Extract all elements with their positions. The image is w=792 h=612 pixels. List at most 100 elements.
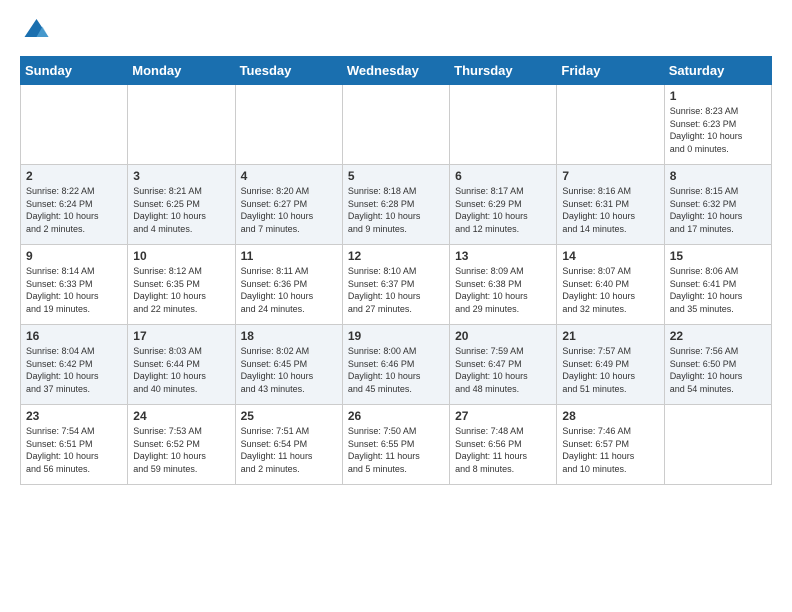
day-number: 17	[133, 329, 229, 343]
day-number: 9	[26, 249, 122, 263]
day-details: Sunrise: 7:54 AM Sunset: 6:51 PM Dayligh…	[26, 425, 122, 475]
calendar-week-row: 9 Sunrise: 8:14 AM Sunset: 6:33 PM Daylig…	[21, 245, 772, 325]
calendar-cell: 8 Sunrise: 8:15 AM Sunset: 6:32 PM Daylig…	[664, 165, 771, 245]
calendar-cell: 16 Sunrise: 8:04 AM Sunset: 6:42 PM Dayli…	[21, 325, 128, 405]
day-number: 23	[26, 409, 122, 423]
day-number: 7	[562, 169, 658, 183]
day-number: 6	[455, 169, 551, 183]
calendar-cell: 7 Sunrise: 8:16 AM Sunset: 6:31 PM Daylig…	[557, 165, 664, 245]
calendar-cell: 27 Sunrise: 7:48 AM Sunset: 6:56 PM Dayli…	[450, 405, 557, 485]
day-details: Sunrise: 7:56 AM Sunset: 6:50 PM Dayligh…	[670, 345, 766, 395]
day-details: Sunrise: 7:48 AM Sunset: 6:56 PM Dayligh…	[455, 425, 551, 475]
day-details: Sunrise: 7:51 AM Sunset: 6:54 PM Dayligh…	[241, 425, 337, 475]
day-number: 22	[670, 329, 766, 343]
day-number: 26	[348, 409, 444, 423]
calendar-week-row: 23 Sunrise: 7:54 AM Sunset: 6:51 PM Dayli…	[21, 405, 772, 485]
day-details: Sunrise: 8:09 AM Sunset: 6:38 PM Dayligh…	[455, 265, 551, 315]
header-day-thursday: Thursday	[450, 57, 557, 85]
day-number: 15	[670, 249, 766, 263]
calendar-week-row: 16 Sunrise: 8:04 AM Sunset: 6:42 PM Dayli…	[21, 325, 772, 405]
day-details: Sunrise: 8:07 AM Sunset: 6:40 PM Dayligh…	[562, 265, 658, 315]
day-number: 14	[562, 249, 658, 263]
calendar-week-row: 2 Sunrise: 8:22 AM Sunset: 6:24 PM Daylig…	[21, 165, 772, 245]
calendar-cell	[128, 85, 235, 165]
calendar-cell: 24Sunrise: 7:53 AM Sunset: 6:52 PM Dayli…	[128, 405, 235, 485]
day-number: 20	[455, 329, 551, 343]
day-number: 18	[241, 329, 337, 343]
day-details: Sunrise: 8:14 AM Sunset: 6:33 PM Dayligh…	[26, 265, 122, 315]
calendar-cell: 5 Sunrise: 8:18 AM Sunset: 6:28 PM Daylig…	[342, 165, 449, 245]
calendar-week-row: 1 Sunrise: 8:23 AM Sunset: 6:23 PM Daylig…	[21, 85, 772, 165]
calendar-cell: 2 Sunrise: 8:22 AM Sunset: 6:24 PM Daylig…	[21, 165, 128, 245]
day-number: 8	[670, 169, 766, 183]
day-number: 3	[133, 169, 229, 183]
header-day-monday: Monday	[128, 57, 235, 85]
calendar-cell: 13Sunrise: 8:09 AM Sunset: 6:38 PM Dayli…	[450, 245, 557, 325]
day-number: 12	[348, 249, 444, 263]
calendar-cell: 3Sunrise: 8:21 AM Sunset: 6:25 PM Daylig…	[128, 165, 235, 245]
calendar-cell: 26 Sunrise: 7:50 AM Sunset: 6:55 PM Dayli…	[342, 405, 449, 485]
day-details: Sunrise: 8:16 AM Sunset: 6:31 PM Dayligh…	[562, 185, 658, 235]
day-number: 24	[133, 409, 229, 423]
calendar-cell: 19 Sunrise: 8:00 AM Sunset: 6:46 PM Dayli…	[342, 325, 449, 405]
calendar-cell: 12 Sunrise: 8:10 AM Sunset: 6:37 PM Dayli…	[342, 245, 449, 325]
calendar-cell: 10 Sunrise: 8:12 AM Sunset: 6:35 PM Dayli…	[128, 245, 235, 325]
calendar-cell: 17 Sunrise: 8:03 AM Sunset: 6:44 PM Dayli…	[128, 325, 235, 405]
day-details: Sunrise: 8:15 AM Sunset: 6:32 PM Dayligh…	[670, 185, 766, 235]
logo-icon	[20, 16, 50, 46]
page: SundayMondayTuesdayWednesdayThursdayFrid…	[0, 0, 792, 495]
day-number: 2	[26, 169, 122, 183]
day-details: Sunrise: 8:03 AM Sunset: 6:44 PM Dayligh…	[133, 345, 229, 395]
day-number: 11	[241, 249, 337, 263]
header-day-saturday: Saturday	[664, 57, 771, 85]
day-number: 27	[455, 409, 551, 423]
day-number: 19	[348, 329, 444, 343]
day-details: Sunrise: 8:23 AM Sunset: 6:23 PM Dayligh…	[670, 105, 766, 155]
day-details: Sunrise: 8:06 AM Sunset: 6:41 PM Dayligh…	[670, 265, 766, 315]
calendar-header-row: SundayMondayTuesdayWednesdayThursdayFrid…	[21, 57, 772, 85]
calendar-cell	[557, 85, 664, 165]
day-details: Sunrise: 7:57 AM Sunset: 6:49 PM Dayligh…	[562, 345, 658, 395]
header-day-friday: Friday	[557, 57, 664, 85]
day-details: Sunrise: 8:10 AM Sunset: 6:37 PM Dayligh…	[348, 265, 444, 315]
calendar-cell: 1 Sunrise: 8:23 AM Sunset: 6:23 PM Daylig…	[664, 85, 771, 165]
day-details: Sunrise: 8:12 AM Sunset: 6:35 PM Dayligh…	[133, 265, 229, 315]
logo	[20, 16, 54, 46]
day-number: 25	[241, 409, 337, 423]
calendar-cell: 9 Sunrise: 8:14 AM Sunset: 6:33 PM Daylig…	[21, 245, 128, 325]
day-number: 16	[26, 329, 122, 343]
day-details: Sunrise: 7:50 AM Sunset: 6:55 PM Dayligh…	[348, 425, 444, 475]
day-details: Sunrise: 8:00 AM Sunset: 6:46 PM Dayligh…	[348, 345, 444, 395]
calendar-cell: 21 Sunrise: 7:57 AM Sunset: 6:49 PM Dayli…	[557, 325, 664, 405]
calendar-cell	[664, 405, 771, 485]
day-details: Sunrise: 8:17 AM Sunset: 6:29 PM Dayligh…	[455, 185, 551, 235]
calendar-cell	[450, 85, 557, 165]
day-details: Sunrise: 7:46 AM Sunset: 6:57 PM Dayligh…	[562, 425, 658, 475]
day-number: 21	[562, 329, 658, 343]
day-details: Sunrise: 7:59 AM Sunset: 6:47 PM Dayligh…	[455, 345, 551, 395]
day-details: Sunrise: 8:18 AM Sunset: 6:28 PM Dayligh…	[348, 185, 444, 235]
day-number: 5	[348, 169, 444, 183]
calendar-cell: 25 Sunrise: 7:51 AM Sunset: 6:54 PM Dayli…	[235, 405, 342, 485]
calendar-cell: 11 Sunrise: 8:11 AM Sunset: 6:36 PM Dayli…	[235, 245, 342, 325]
header	[20, 16, 772, 46]
day-number: 1	[670, 89, 766, 103]
calendar-cell: 18 Sunrise: 8:02 AM Sunset: 6:45 PM Dayli…	[235, 325, 342, 405]
calendar-cell: 15 Sunrise: 8:06 AM Sunset: 6:41 PM Dayli…	[664, 245, 771, 325]
calendar-cell	[21, 85, 128, 165]
calendar-table: SundayMondayTuesdayWednesdayThursdayFrid…	[20, 56, 772, 485]
calendar-cell	[342, 85, 449, 165]
calendar-cell: 4 Sunrise: 8:20 AM Sunset: 6:27 PM Daylig…	[235, 165, 342, 245]
calendar-cell: 20 Sunrise: 7:59 AM Sunset: 6:47 PM Dayli…	[450, 325, 557, 405]
calendar-cell: 14 Sunrise: 8:07 AM Sunset: 6:40 PM Dayli…	[557, 245, 664, 325]
calendar-cell: 6 Sunrise: 8:17 AM Sunset: 6:29 PM Daylig…	[450, 165, 557, 245]
header-day-wednesday: Wednesday	[342, 57, 449, 85]
day-details: Sunrise: 8:11 AM Sunset: 6:36 PM Dayligh…	[241, 265, 337, 315]
day-number: 4	[241, 169, 337, 183]
day-number: 10	[133, 249, 229, 263]
calendar-cell: 28Sunrise: 7:46 AM Sunset: 6:57 PM Dayli…	[557, 405, 664, 485]
day-details: Sunrise: 8:04 AM Sunset: 6:42 PM Dayligh…	[26, 345, 122, 395]
day-details: Sunrise: 8:22 AM Sunset: 6:24 PM Dayligh…	[26, 185, 122, 235]
day-details: Sunrise: 8:02 AM Sunset: 6:45 PM Dayligh…	[241, 345, 337, 395]
day-details: Sunrise: 8:20 AM Sunset: 6:27 PM Dayligh…	[241, 185, 337, 235]
